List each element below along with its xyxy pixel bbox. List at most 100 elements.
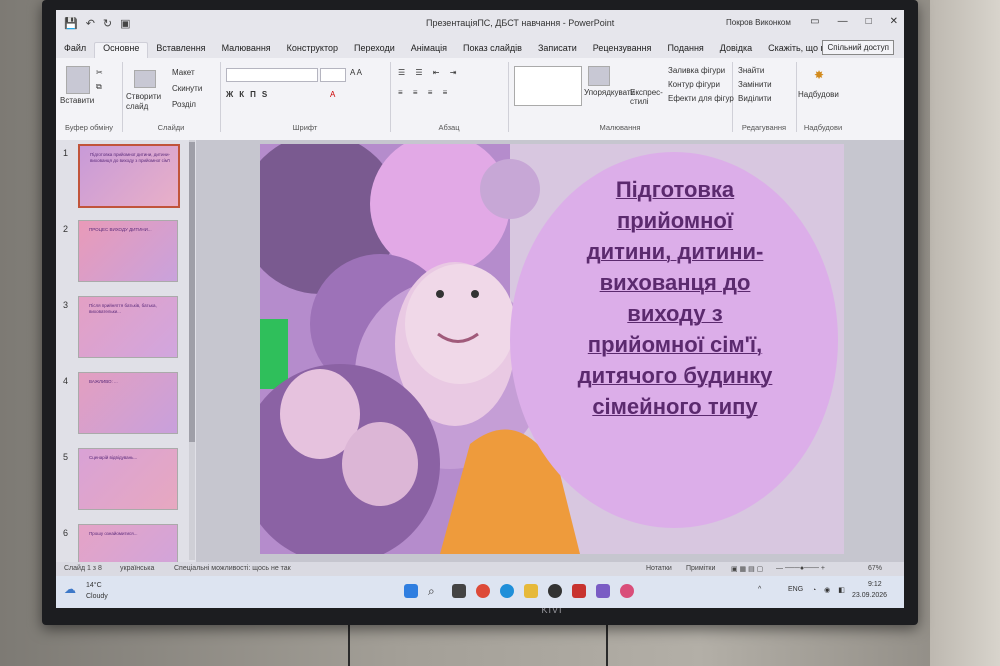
section-button[interactable]: Розділ xyxy=(172,100,196,109)
file-explorer-icon[interactable] xyxy=(524,584,538,598)
comments-button[interactable]: Примітки xyxy=(686,565,715,572)
slide-info: Слайд 1 з 8 xyxy=(64,565,102,572)
minimize-icon[interactable]: — xyxy=(838,16,848,27)
thumbnails-scrollbar[interactable] xyxy=(189,140,195,560)
tab-3[interactable]: Малювання xyxy=(214,43,279,58)
zoom-level[interactable]: 67% xyxy=(868,565,882,572)
paste-button[interactable]: Вставити xyxy=(60,96,94,105)
input-language[interactable]: ENG xyxy=(788,586,803,593)
drawing-group: Упорядкувати Експрес-стилі Заливка фігур… xyxy=(508,62,734,132)
notes-button[interactable]: Нотатки xyxy=(646,565,672,572)
slide-thumbnail[interactable]: Сценарій відвідувань... xyxy=(78,448,178,510)
undo-icon[interactable]: ↶ xyxy=(86,17,95,30)
weather-temp[interactable]: 14°C xyxy=(86,582,102,589)
font-label: Шрифт xyxy=(292,123,318,132)
accessibility-status[interactable]: Спеціальні можливості: щось не так xyxy=(174,565,291,572)
select-button[interactable]: Виділити xyxy=(738,94,772,103)
view-buttons[interactable]: ▣ ▦ ▤ ▢ xyxy=(731,565,763,573)
chrome-icon[interactable] xyxy=(476,584,490,598)
drawing-label: Малювання xyxy=(599,123,641,132)
thumbnail-text: Підготовка прийомної дитини, дитини-вихо… xyxy=(90,152,171,163)
addins-icon[interactable]: ✸ xyxy=(814,68,824,82)
app-icon[interactable] xyxy=(620,584,634,598)
slide-thumbnails-pane: 1 Підготовка прийомної дитини, дитини-вих… xyxy=(56,140,196,586)
list-icons[interactable]: ☰ ☰ ⇤ ⇥ xyxy=(398,68,460,77)
tab-11[interactable]: Довідка xyxy=(712,43,760,58)
shapes-gallery[interactable] xyxy=(514,66,582,106)
addins-button[interactable]: Надбудови xyxy=(798,90,839,99)
shape-effects-button[interactable]: Ефекти для фігур xyxy=(668,94,734,103)
tab-9[interactable]: Рецензування xyxy=(585,43,660,58)
language-indicator[interactable]: українська xyxy=(120,565,154,572)
font-format-icons[interactable]: ЖКПS xyxy=(226,90,273,99)
tab-7[interactable]: Показ слайдів xyxy=(455,43,530,58)
tray-icons[interactable]: ◔ ◉ ◧ xyxy=(812,586,848,594)
cut-icon[interactable]: ✂ xyxy=(96,68,103,77)
font-size-box[interactable] xyxy=(320,68,346,82)
tab-0[interactable]: Файл xyxy=(56,43,94,58)
user-name[interactable]: Покров Виконком xyxy=(726,18,791,27)
cable xyxy=(348,625,350,666)
cloud-icon: ☁ xyxy=(64,582,76,596)
clipboard-group: Вставити ✂ ⧉ Буфер обміну xyxy=(56,62,123,132)
paste-icon[interactable] xyxy=(66,66,90,94)
edge-icon[interactable] xyxy=(500,584,514,598)
shape-fill-button[interactable]: Заливка фігури xyxy=(668,66,725,75)
slide-thumbnail[interactable]: ПРОЦЕС ВИХОДУ ДИТИНИ... xyxy=(78,220,178,282)
wall-panel xyxy=(930,0,1000,666)
tab-10[interactable]: Подання xyxy=(659,43,711,58)
thumbnail-row: 2 ПРОЦЕС ВИХОДУ ДИТИНИ... xyxy=(56,220,196,282)
font-name-box[interactable] xyxy=(226,68,318,82)
reset-button[interactable]: Скинути xyxy=(172,84,202,93)
present-icon[interactable]: ▣ xyxy=(120,17,130,30)
save-icon[interactable]: 💾 xyxy=(64,17,78,30)
search-icon[interactable]: ⌕ xyxy=(428,584,442,598)
weather-desc[interactable]: Cloudy xyxy=(86,593,108,600)
start-icon[interactable] xyxy=(404,584,418,598)
align-icons[interactable]: ≡ ≡ ≡ ≡ xyxy=(398,88,451,97)
slide-title[interactable]: Підготовка прийомної дитини, дитини-вихова… xyxy=(530,174,820,422)
slide-canvas[interactable]: Підготовка прийомної дитини, дитини-вихова… xyxy=(260,144,844,554)
task-view-icon[interactable] xyxy=(452,584,466,598)
maximize-icon[interactable]: □ xyxy=(866,16,872,27)
slide-thumbnail[interactable]: Підготовка прийомної дитини, дитини-вихо… xyxy=(78,144,180,208)
slide-title-line: дитини, дитини- xyxy=(586,239,764,264)
slide-title-line: прийомної xyxy=(616,208,734,233)
window-title: ПрезентаціяПС, ДБСТ навчання - PowerPoin… xyxy=(426,18,615,28)
share-button[interactable]: Спільний доступ xyxy=(822,40,894,55)
copy-icon[interactable]: ⧉ xyxy=(96,82,102,92)
viber-icon[interactable] xyxy=(596,584,610,598)
layout-button[interactable]: Макет xyxy=(172,68,195,77)
clock-time[interactable]: 9:12 xyxy=(868,581,882,588)
replace-button[interactable]: Замінити xyxy=(738,80,772,89)
zoom-slider[interactable]: — ───●─── + xyxy=(776,565,825,572)
thumbnail-text: Прошу ознайомитися... xyxy=(89,531,138,536)
font-color-icon[interactable]: A xyxy=(330,90,335,99)
powerpoint-icon[interactable] xyxy=(572,584,586,598)
tab-1[interactable]: Основне xyxy=(94,42,149,58)
tab-5[interactable]: Переходи xyxy=(346,43,403,58)
slide-thumbnail[interactable]: ВАЖЛИВО: ... xyxy=(78,372,178,434)
slide-thumbnail[interactable]: Після прийняття батьків, батька, виховат… xyxy=(78,296,178,358)
tab-6[interactable]: Анімація xyxy=(403,43,455,58)
tray-chevron-icon[interactable]: ^ xyxy=(758,586,761,593)
clock-date[interactable]: 23.09.2026 xyxy=(852,592,887,599)
tab-4[interactable]: Конструктор xyxy=(279,43,346,58)
media-player-icon[interactable] xyxy=(548,584,562,598)
new-slide-icon[interactable] xyxy=(134,70,156,88)
tab-2[interactable]: Вставлення xyxy=(148,43,213,58)
arrange-button[interactable]: Упорядкувати xyxy=(584,88,635,97)
quick-styles-button[interactable]: Експрес-стилі xyxy=(630,88,666,106)
new-slide-button[interactable]: Створити слайд xyxy=(126,92,166,112)
redo-icon[interactable]: ↻ xyxy=(103,17,112,30)
shape-outline-button[interactable]: Контур фігури xyxy=(668,80,720,89)
find-button[interactable]: Знайти xyxy=(738,66,764,75)
scrollbar-thumb[interactable] xyxy=(189,142,195,442)
grow-font-icon[interactable]: A A xyxy=(350,68,362,77)
arrange-icon[interactable] xyxy=(588,66,610,86)
editing-label: Редагування xyxy=(741,123,787,132)
tab-8[interactable]: Записати xyxy=(530,43,585,58)
close-icon[interactable]: ✕ xyxy=(890,16,898,27)
paragraph-label: Абзац xyxy=(438,123,460,132)
ribbon-display-icon[interactable]: ▭ xyxy=(810,16,819,27)
